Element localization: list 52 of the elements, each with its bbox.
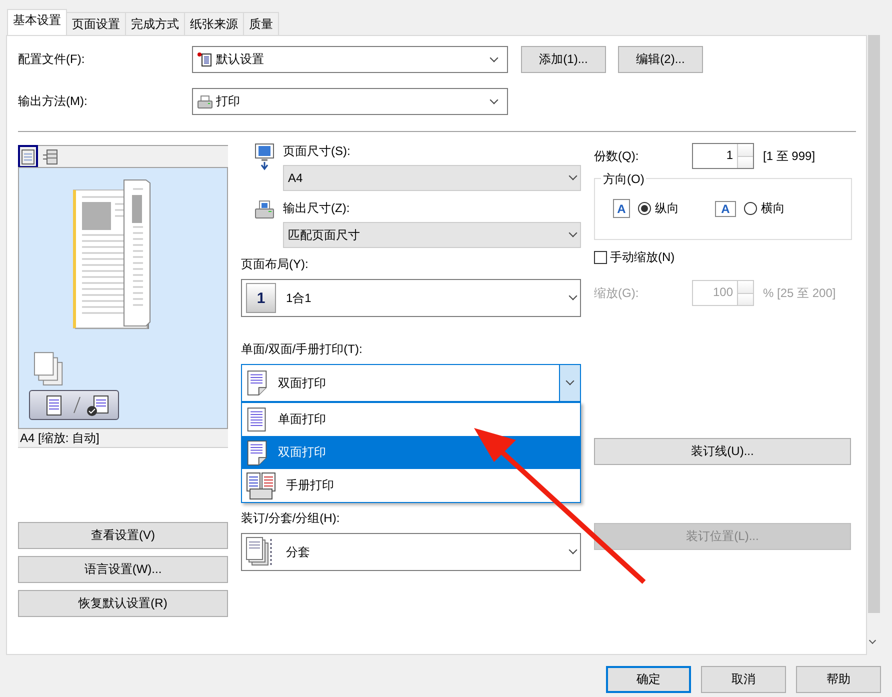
preview-status: A4 [缩放: 自动] — [18, 429, 228, 448]
gutter-button[interactable]: 装订线(U)... — [594, 438, 851, 465]
range-hint: % [25 至 200] — [763, 284, 836, 302]
group-title: 方向(O) — [601, 171, 646, 188]
orientation-radio[interactable] — [638, 202, 651, 215]
scrollbar-thumb[interactable] — [868, 35, 880, 613]
document-icon — [197, 52, 213, 68]
profile-button[interactable]: 添加(1)... — [521, 46, 606, 73]
radio-label: 横向 — [761, 200, 785, 217]
profile-select[interactable]: 默认设置 — [192, 46, 508, 73]
dialog-button[interactable]: 取消 — [701, 666, 786, 693]
dialog-button[interactable]: 帮助 — [796, 666, 881, 693]
settings-button[interactable]: 恢复默认设置(R) — [18, 590, 228, 617]
paper-stack-icon — [34, 352, 64, 386]
duplex-select[interactable]: 双面打印 — [241, 364, 581, 402]
booklet-icon — [246, 472, 276, 500]
radio-label: 纵向 — [655, 200, 679, 217]
dropdown-option[interactable]: 单面打印 — [242, 403, 580, 436]
orientation-radio[interactable] — [744, 202, 757, 215]
duplex-toggle-button[interactable] — [29, 390, 119, 420]
duplex-page-icon — [246, 440, 268, 466]
profile-button[interactable]: 编辑(2)... — [618, 46, 703, 73]
field-label: 配置文件(F): — [18, 51, 86, 68]
page-icon — [246, 406, 268, 432]
output-method-select[interactable]: 打印 — [192, 88, 508, 115]
field-label: 装订/分套/分组(H): — [241, 510, 340, 527]
checkbox-label: 手动缩放(N) — [610, 249, 675, 266]
dropdown-option[interactable]: 双面打印 — [242, 436, 580, 469]
printer-icon — [197, 94, 213, 110]
range-hint: [1 至 999] — [763, 148, 816, 164]
layout-icon: 1 — [246, 283, 276, 313]
dropdown-option[interactable]: 手册打印 — [242, 469, 580, 502]
field-label: 页面尺寸(S): — [283, 143, 350, 160]
field-label: 页面布局(Y): — [241, 256, 308, 273]
landscape-page-icon: A — [715, 200, 736, 216]
field-label: 缩放(G): — [594, 284, 640, 302]
settings-button[interactable]: 查看设置(V) — [18, 522, 228, 549]
dialog-button[interactable]: 确定 — [606, 666, 691, 693]
collate-select[interactable]: 分套 — [241, 533, 581, 571]
duplex-page-icon — [246, 370, 268, 396]
output-size-select[interactable]: 匹配页面尺寸 — [283, 222, 581, 248]
tab[interactable]: 质量 — [243, 12, 279, 35]
field-label: 输出方法(M): — [18, 93, 88, 110]
page-layout-select[interactable]: 1 1合1 — [241, 279, 581, 317]
manual-scale-checkbox[interactable] — [594, 251, 607, 264]
field-label: 单面/双面/手册打印(T): — [241, 341, 362, 358]
page-size-select[interactable]: A4 — [283, 165, 581, 191]
tab[interactable]: 基本设置 — [7, 9, 67, 35]
settings-button[interactable]: 语言设置(W)... — [18, 556, 228, 583]
portrait-page-icon: A — [613, 199, 630, 218]
field-label: 份数(Q): — [594, 148, 640, 164]
field-label: 输出尺寸(Z): — [283, 200, 350, 217]
